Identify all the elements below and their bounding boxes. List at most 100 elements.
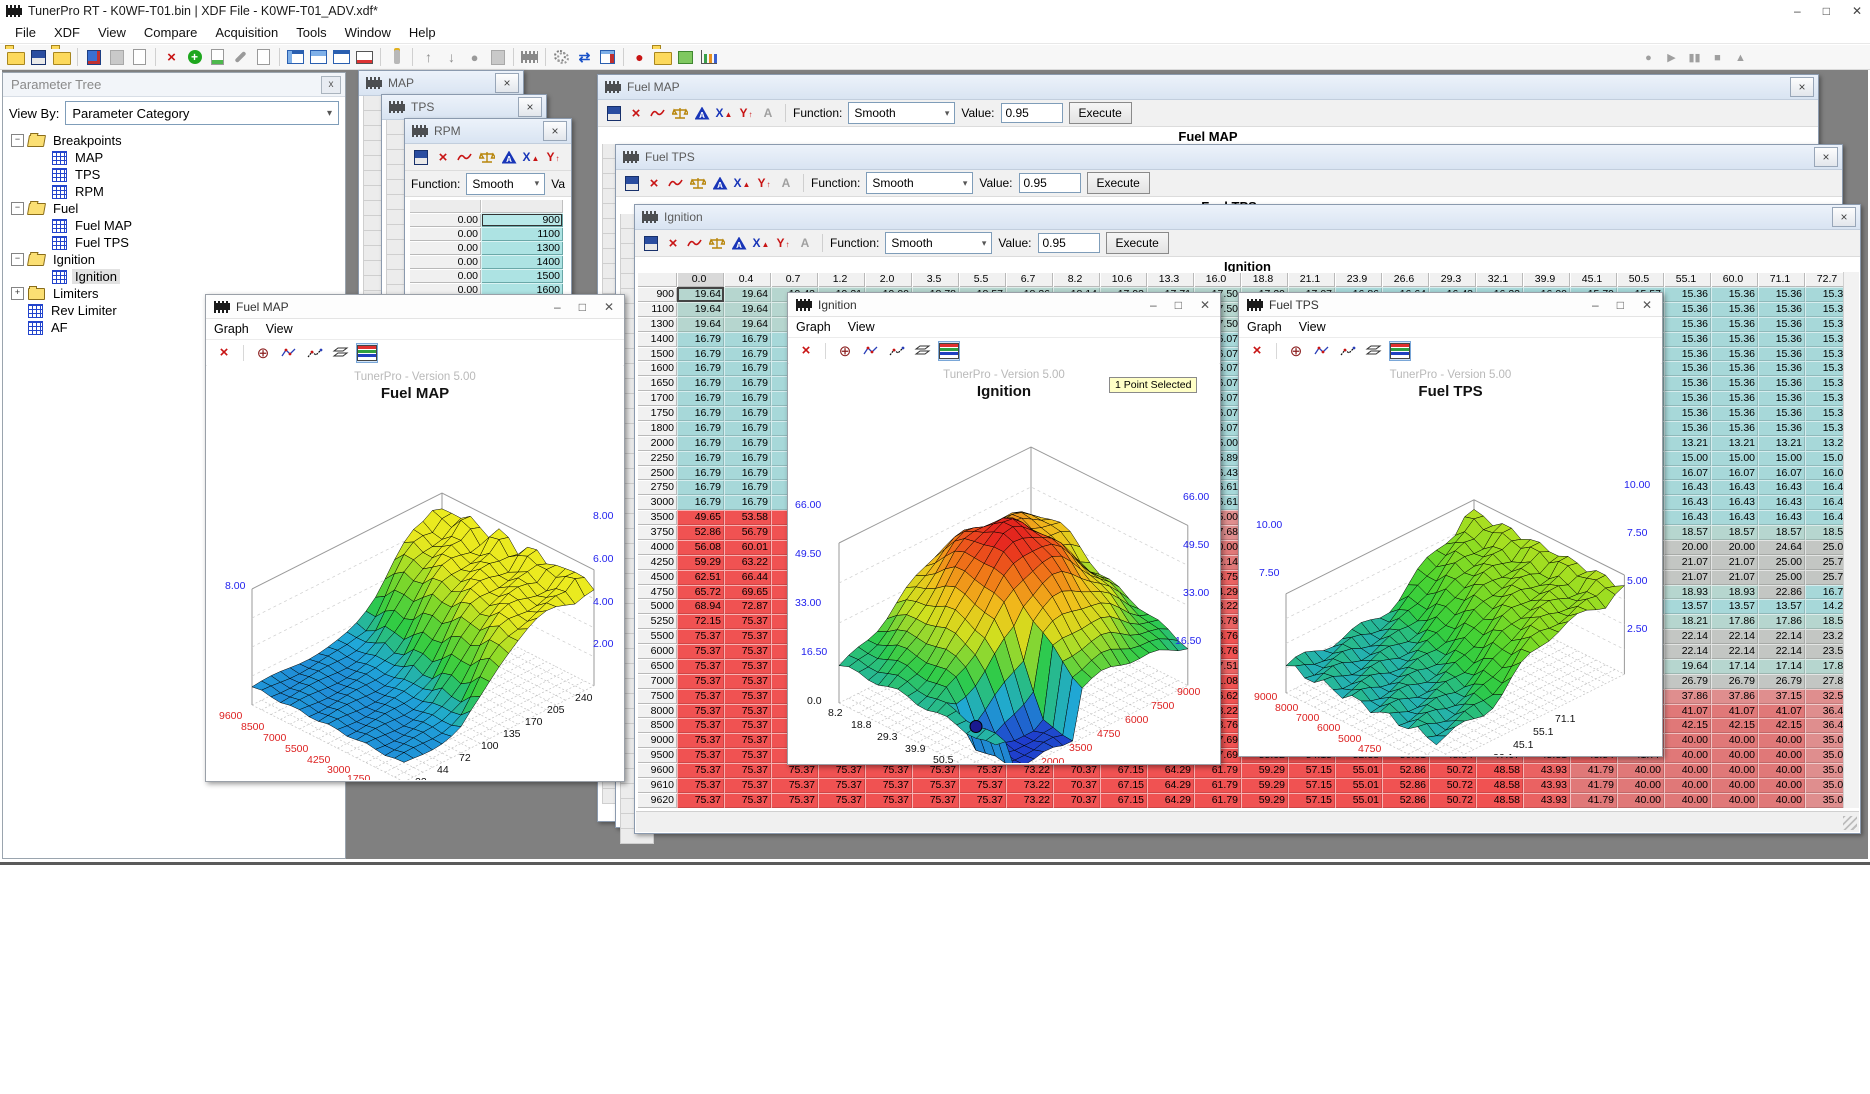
scales-icon[interactable] [688,174,708,192]
data-cell[interactable]: 18.93 [1664,585,1711,600]
view-properties-icon[interactable] [331,48,352,66]
data-cell[interactable]: 19.64 [677,317,724,332]
data-cell[interactable]: 18.57 [1711,525,1758,540]
data-cell[interactable]: 62.51 [677,570,724,585]
legend-icon[interactable] [357,344,377,362]
planes-icon[interactable] [1364,342,1384,360]
graph-menu-graph[interactable]: Graph [796,320,840,334]
tree-item-ignition[interactable]: −Ignition [9,251,345,268]
data-cell[interactable]: 15.36 [1711,347,1758,362]
trace-icon[interactable] [685,234,705,252]
tree-item-map[interactable]: −MAP [9,149,345,166]
data-cell[interactable]: 42.15 [1664,718,1711,733]
save-icon[interactable] [622,174,642,192]
data-cell[interactable]: 26.79 [1711,674,1758,689]
data-cell[interactable]: 75.37 [912,793,959,808]
data-cell[interactable]: 40.00 [1664,733,1711,748]
data-cell[interactable]: 15.36 [1664,317,1711,332]
column-header[interactable]: 0.7 [771,272,818,287]
target-icon[interactable]: ⊕ [835,342,855,360]
row-header[interactable]: 2750 [637,480,677,495]
rpm-breakpoint-cell[interactable]: 1400 [481,255,563,269]
column-header[interactable]: 1.2 [818,272,865,287]
data-cell[interactable]: 61.79 [1194,763,1241,778]
data-cell[interactable]: 75.37 [724,659,771,674]
planes-icon[interactable] [913,342,933,360]
data-cell[interactable]: 75.37 [677,748,724,763]
column-header[interactable]: 10.6 [1100,272,1147,287]
trace-icon[interactable] [455,148,475,166]
y-axis-icon[interactable]: Y↑ [754,174,774,192]
row-header[interactable]: 1300 [637,317,677,332]
data-cell[interactable]: 64.29 [1147,763,1194,778]
tree-expander-icon[interactable]: − [11,253,24,266]
data-cell[interactable]: 15.36 [1758,391,1805,406]
data-cell[interactable]: 18.57 [1758,525,1805,540]
close-icon[interactable]: ✕ [1200,298,1210,312]
data-cell[interactable]: 15.36 [1711,317,1758,332]
data-cell[interactable]: 26.79 [1664,674,1711,689]
execute-button[interactable]: Execute [1106,232,1169,254]
data-cell[interactable]: 22.14 [1758,629,1805,644]
data-cell[interactable]: 40.00 [1711,748,1758,763]
data-cell[interactable]: 52.86 [1382,763,1429,778]
data-cell[interactable]: 53.58 [724,510,771,525]
data-cell[interactable]: 64.29 [1147,778,1194,793]
data-cell[interactable]: 37.86 [1711,689,1758,704]
data-cell[interactable]: 13.57 [1711,599,1758,614]
data-cell[interactable]: 16.79 [677,376,724,391]
column-header[interactable]: 26.6 [1382,272,1429,287]
row-header[interactable]: 7500 [637,689,677,704]
tree-item-ignition[interactable]: −Ignition [9,268,345,285]
view-panes-icon[interactable] [285,48,306,66]
data-cell[interactable]: 59.29 [1241,793,1288,808]
data-cell[interactable]: 41.07 [1711,704,1758,719]
data-cell[interactable]: 16.79 [724,451,771,466]
data-cell[interactable]: 16.43 [1664,480,1711,495]
data-cell[interactable]: 16.79 [724,376,771,391]
delete-icon[interactable]: × [161,48,182,66]
row-header[interactable]: 9610 [637,778,677,793]
column-header[interactable]: 18.8 [1241,272,1288,287]
trace-large-icon[interactable] [1338,342,1358,360]
data-cell[interactable]: 16.79 [677,480,724,495]
row-header[interactable]: 900 [637,287,677,302]
maximize-icon[interactable]: □ [1175,298,1182,312]
data-cell[interactable]: 15.36 [1758,347,1805,362]
column-header[interactable]: 23.9 [1335,272,1382,287]
data-cell[interactable]: 15.36 [1758,332,1805,347]
data-cell[interactable]: 15.36 [1711,287,1758,302]
export-compare-icon[interactable] [106,48,127,66]
playback-pause-icon[interactable]: ▮▮ [1684,49,1705,67]
y-axis-icon[interactable]: Y↑ [543,148,563,166]
data-cell[interactable]: 70.37 [1053,763,1100,778]
data-cell[interactable]: 15.36 [1758,421,1805,436]
data-cell[interactable]: 15.36 [1664,287,1711,302]
data-cell[interactable]: 16.79 [677,391,724,406]
row-header[interactable]: 2000 [637,436,677,451]
data-cell[interactable]: 55.01 [1335,793,1382,808]
row-header[interactable]: 3750 [637,525,677,540]
data-cell[interactable]: 48.58 [1476,778,1523,793]
trace-small-icon[interactable] [1312,342,1332,360]
data-cell[interactable]: 16.07 [1664,466,1711,481]
data-cell[interactable]: 16.43 [1711,510,1758,525]
chip-icon[interactable] [519,48,540,66]
data-cell[interactable]: 16.79 [677,495,724,510]
data-cell[interactable]: 75.37 [677,659,724,674]
data-cell[interactable]: 16.79 [677,347,724,362]
graph-menu-graph[interactable]: Graph [214,322,258,336]
target-icon[interactable]: ⊕ [1286,342,1306,360]
data-cell[interactable]: 40.00 [1664,793,1711,808]
blank-doc-icon[interactable] [253,48,274,66]
minimize-icon[interactable]: – [1150,298,1157,312]
row-header[interactable]: 5250 [637,614,677,629]
data-cell[interactable]: 16.79 [724,347,771,362]
column-header[interactable]: 0.4 [724,272,771,287]
data-cell[interactable]: 19.64 [677,287,724,302]
data-cell[interactable]: 40.00 [1758,793,1805,808]
function-select[interactable]: Smooth▾ [466,173,545,195]
close-icon[interactable]: × [1247,342,1267,360]
data-cell[interactable]: 13.21 [1758,436,1805,451]
playback-dot-icon[interactable]: ● [1638,49,1659,67]
